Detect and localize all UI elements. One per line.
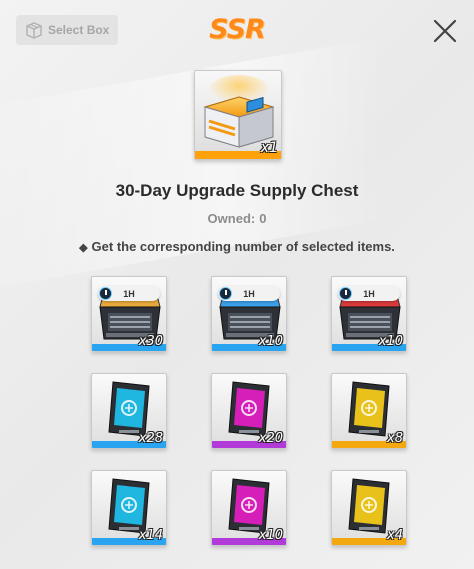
duration-badge: 1H [338,286,400,301]
duration-label: 1H [363,288,375,299]
module-card-icon [348,381,390,437]
chest-item-tile: x1 [194,70,282,160]
clock-icon [339,287,352,300]
diamond-bullet-icon: ◆ [79,242,88,254]
item-tile[interactable]: 1H x10 [331,276,407,352]
instructions-text: Get the corresponding number of selected… [91,239,395,254]
module-card-icon [108,478,150,534]
module-card-icon [348,478,390,534]
item-quantity: x14 [138,528,163,543]
chest-name: 30-Day Upgrade Supply Chest [115,181,359,200]
item-tile[interactable]: 1H x30 [91,276,167,352]
item-quantity: x10 [258,334,283,349]
owned-count: Owned: 0 [0,211,474,226]
item-quantity: x20 [258,431,283,446]
item-tile[interactable]: x8 [331,373,407,449]
duration-label: 1H [123,288,135,299]
item-quantity: x4 [387,528,403,543]
item-quantity: x10 [378,334,403,349]
item-tile[interactable]: x28 [91,373,167,449]
owned-label: Owned: [207,211,256,226]
item-quantity: x8 [387,431,403,446]
item-tile[interactable]: x20 [211,373,287,449]
item-quantity: x10 [258,528,283,543]
item-grid: 1H x30 1H x10 1H x10 x28 x20 x8 x14 x10 x4 [91,276,407,546]
module-card-icon [228,381,270,437]
duration-label: 1H [243,288,255,299]
owned-value: 0 [259,211,267,226]
module-card-icon [228,478,270,534]
item-quantity: x30 [138,334,163,349]
close-button[interactable] [430,16,460,46]
clock-icon [99,287,112,300]
duration-badge: 1H [218,286,280,301]
rarity-label: SSR [209,14,266,45]
clock-icon [219,287,232,300]
duration-badge: 1H [98,286,160,301]
chest-quantity: x1 [260,140,278,156]
item-quantity: x28 [138,431,163,446]
item-tile[interactable]: x10 [211,470,287,546]
close-icon [433,19,457,43]
item-tile[interactable]: x14 [91,470,167,546]
selection-instructions: ◆ Get the corresponding number of selecte… [0,239,474,254]
item-tile[interactable]: x4 [331,470,407,546]
item-tile[interactable]: 1H x10 [211,276,287,352]
module-card-icon [108,381,150,437]
